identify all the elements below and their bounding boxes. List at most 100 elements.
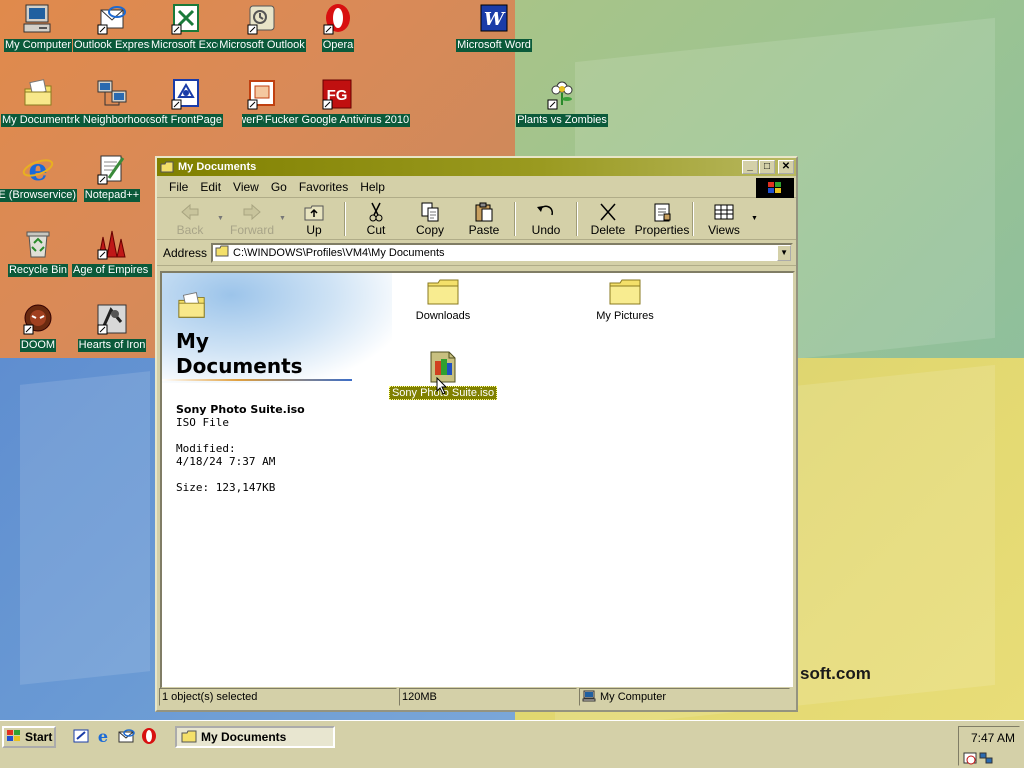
status-bar: 1 object(s) selected 120MB My Computer bbox=[159, 688, 794, 708]
minimize-button[interactable]: _ bbox=[742, 160, 758, 174]
up-button[interactable]: Up bbox=[287, 199, 341, 239]
desktop-icon-frontpage[interactable]: Microsoft FrontPage bbox=[148, 77, 224, 137]
desktop-icon-internet-explorer[interactable]: e IE (Browservice) bbox=[0, 152, 77, 212]
hearts-of-iron-icon bbox=[95, 302, 129, 336]
desktop-icon-doom[interactable]: DOOM bbox=[0, 302, 76, 362]
views-dropdown-icon[interactable]: ▼ bbox=[751, 215, 759, 222]
outlook-express-icon[interactable] bbox=[117, 727, 135, 745]
show-desktop-icon[interactable] bbox=[72, 727, 90, 745]
desktop-icon-label: My Documents bbox=[1, 114, 75, 127]
desktop-icon-my-documents[interactable]: My Documents bbox=[0, 77, 76, 137]
desktop-icon-antivirus[interactable]: FG Fucker Google Antivirus 2010 bbox=[262, 77, 412, 137]
start-button[interactable]: Start bbox=[2, 726, 56, 748]
delete-button[interactable]: Delete bbox=[581, 199, 635, 239]
up-folder-icon bbox=[304, 205, 324, 220]
address-dropdown-button[interactable]: ▼ bbox=[777, 244, 792, 261]
wallpaper-text: soft.com bbox=[800, 664, 871, 683]
status-zone-label: My Computer bbox=[600, 691, 667, 703]
desktop-icon-opera[interactable]: Opera bbox=[300, 2, 376, 62]
desktop-icon-hearts-of-iron[interactable]: Hearts of Iron bbox=[74, 302, 150, 362]
desktop-icon-label: Hearts of Iron bbox=[77, 339, 147, 352]
desktop-icon-label: Age of Empires II bbox=[72, 264, 152, 277]
file-item-label: My Pictures bbox=[596, 310, 654, 322]
file-item-downloads[interactable]: Downloads bbox=[388, 277, 498, 322]
folder-icon bbox=[181, 729, 197, 746]
toolbar-separator bbox=[514, 201, 516, 236]
file-item-my-pictures[interactable]: My Pictures bbox=[570, 277, 680, 322]
close-button[interactable]: ✕ bbox=[778, 160, 794, 174]
desktop-icon-label: Microsoft Word bbox=[456, 39, 532, 52]
menu-edit[interactable]: Edit bbox=[194, 180, 227, 194]
taskbar-button-label: My Documents bbox=[201, 730, 287, 744]
desktop-icon-outlook-express[interactable]: Outlook Express bbox=[73, 2, 151, 62]
cut-button[interactable]: Cut bbox=[349, 199, 403, 239]
desktop-icon-age-of-empires[interactable]: Age of Empires II bbox=[72, 227, 152, 287]
desktop-icon-my-computer[interactable]: My Computer bbox=[0, 2, 76, 62]
desktop-icon-label: Fucker Google Antivirus 2010 bbox=[263, 114, 411, 127]
up-label: Up bbox=[306, 222, 322, 237]
menu-view[interactable]: View bbox=[227, 180, 265, 194]
scheduler-icon[interactable] bbox=[963, 751, 977, 765]
desktop-icon-notepad[interactable]: Notepad++ bbox=[74, 152, 150, 212]
wallpaper-highlight bbox=[20, 371, 150, 685]
menu-bar: File Edit View Go Favorites Help bbox=[157, 176, 796, 198]
network-icon bbox=[95, 77, 129, 111]
word-icon: W bbox=[477, 2, 511, 36]
desktop-icon-outlook[interactable]: Microsoft Outlook bbox=[218, 2, 306, 62]
desktop-icon-network[interactable]: Network Neighborhood bbox=[71, 77, 153, 137]
delete-label: Delete bbox=[590, 222, 626, 237]
clock[interactable]: 7:47 AM bbox=[971, 731, 1015, 745]
windows-logo-icon bbox=[756, 178, 794, 198]
paste-button[interactable]: Paste bbox=[457, 199, 511, 239]
computer-icon bbox=[582, 690, 596, 705]
status-selection: 1 object(s) selected bbox=[159, 688, 397, 706]
webview-title-line1: My bbox=[176, 329, 209, 353]
file-item-label: Downloads bbox=[415, 310, 471, 322]
undo-label: Undo bbox=[531, 222, 561, 237]
modified-value: 4/18/24 7:37 AM bbox=[176, 455, 276, 468]
menu-help[interactable]: Help bbox=[354, 180, 391, 194]
frontpage-icon bbox=[169, 77, 203, 111]
undo-icon bbox=[537, 205, 553, 215]
explorer-window[interactable]: My Documents _ □ ✕ File Edit View Go Fav… bbox=[155, 156, 798, 712]
back-arrow-icon bbox=[181, 203, 199, 220]
internet-explorer-icon[interactable]: e bbox=[94, 727, 112, 746]
maximize-button[interactable]: □ bbox=[759, 160, 775, 174]
network-tray-icon[interactable] bbox=[979, 751, 993, 765]
back-label: Back bbox=[176, 222, 204, 237]
opera-icon[interactable] bbox=[140, 727, 158, 745]
desktop-icon-excel[interactable]: Microsoft Excel bbox=[148, 2, 224, 62]
file-details: Sony Photo Suite.iso ISO File Modified: … bbox=[176, 403, 305, 494]
forward-label: Forward bbox=[229, 222, 274, 237]
forward-dropdown-icon[interactable]: ▼ bbox=[279, 215, 287, 222]
internet-explorer-icon: e bbox=[21, 152, 55, 188]
excel-icon bbox=[169, 2, 203, 36]
folder-content[interactable]: My Documents Sony Photo Suite.iso ISO Fi… bbox=[160, 271, 795, 689]
address-bar: Address C:\WINDOWS\Profiles\VM4\My Docum… bbox=[157, 240, 796, 266]
webview-title: My Documents bbox=[176, 329, 303, 379]
copy-button[interactable]: Copy bbox=[403, 199, 457, 239]
back-dropdown-icon[interactable]: ▼ bbox=[217, 215, 225, 222]
taskbar-button-my-documents[interactable]: My Documents bbox=[175, 726, 335, 748]
menu-favorites[interactable]: Favorites bbox=[293, 180, 354, 194]
antivirus-icon: FG bbox=[320, 77, 354, 111]
menu-go[interactable]: Go bbox=[265, 180, 293, 194]
views-button[interactable]: Views bbox=[697, 199, 751, 239]
back-button[interactable]: Back bbox=[163, 199, 217, 239]
undo-button[interactable]: Undo bbox=[519, 199, 573, 239]
desktop-icon-recycle-bin[interactable]: Recycle Bin bbox=[0, 227, 76, 287]
window-titlebar[interactable]: My Documents _ □ ✕ bbox=[157, 158, 796, 176]
desktop-icon-label: IE (Browservice) bbox=[0, 189, 77, 202]
webview-divider bbox=[162, 379, 352, 381]
properties-button[interactable]: Properties bbox=[635, 199, 689, 239]
forward-button[interactable]: Forward bbox=[225, 199, 279, 239]
address-field[interactable]: C:\WINDOWS\Profiles\VM4\My Documents ▼ bbox=[211, 242, 794, 263]
status-zone: My Computer bbox=[579, 688, 790, 706]
svg-text:e: e bbox=[28, 153, 47, 186]
menu-file[interactable]: File bbox=[163, 180, 194, 194]
paste-icon bbox=[475, 202, 493, 221]
address-value[interactable]: C:\WINDOWS\Profiles\VM4\My Documents bbox=[233, 247, 444, 259]
desktop-icon-plants-vs-zombies[interactable]: Plants vs Zombies bbox=[512, 77, 612, 137]
documents-folder-icon bbox=[176, 291, 208, 324]
desktop-icon-word[interactable]: W Microsoft Word bbox=[456, 2, 532, 62]
